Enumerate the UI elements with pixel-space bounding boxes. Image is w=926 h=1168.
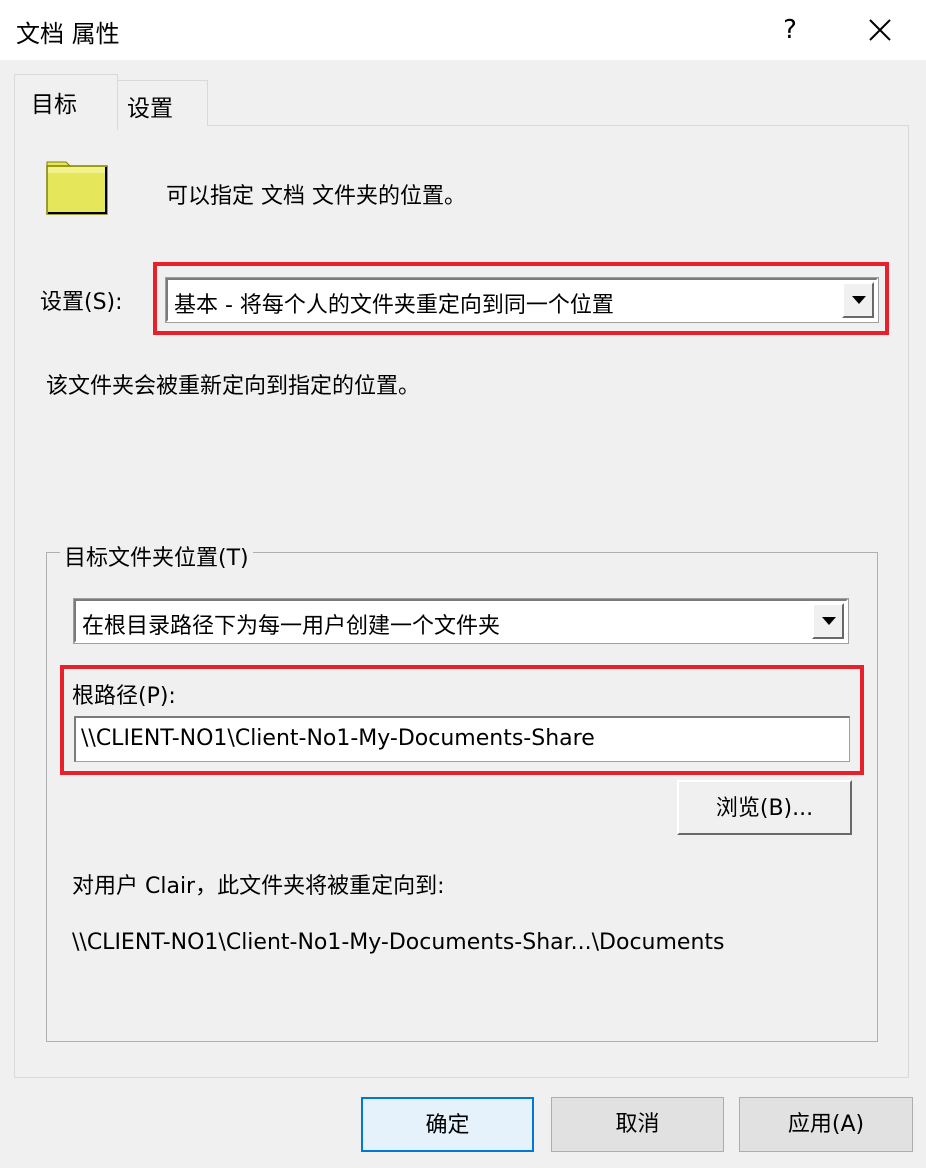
- ok-button[interactable]: 确定: [361, 1097, 534, 1152]
- location-dropdown-value: 在根目录路径下为每一用户创建一个文件夹: [82, 614, 501, 639]
- location-dropdown-arrow[interactable]: [812, 603, 844, 639]
- browse-button[interactable]: 浏览(B)...: [677, 780, 852, 835]
- chevron-down-icon: [822, 617, 836, 625]
- tab-target[interactable]: 目标: [14, 74, 118, 130]
- cancel-button[interactable]: 取消: [551, 1097, 724, 1152]
- redirect-label: 对用户 Clair，此文件夹将被重定向到:: [72, 874, 445, 899]
- target-location-group-title: 目标文件夹位置(T): [60, 540, 253, 572]
- tab-settings[interactable]: 设置: [117, 80, 208, 126]
- close-button[interactable]: [858, 8, 902, 52]
- apply-button[interactable]: 应用(A): [739, 1097, 913, 1152]
- help-button[interactable]: ?: [772, 8, 808, 52]
- window-title: 文档 属性: [16, 20, 120, 48]
- setting-label: 设置(S):: [40, 290, 123, 315]
- highlight-box-root-path: [60, 665, 864, 775]
- title-bar: 文档 属性 ?: [0, 0, 926, 60]
- close-icon: [869, 19, 891, 41]
- setting-info-text: 该文件夹会被重新定向到指定的位置。: [46, 374, 421, 399]
- folder-icon: [46, 161, 108, 215]
- tab-target-label: 目标: [31, 92, 77, 118]
- properties-dialog: 文档 属性 ? 设置 目标 可以指定 文档 文件夹的位置。 设置(S): 基本 …: [0, 0, 926, 1168]
- highlight-box-setting: [153, 262, 889, 335]
- redirect-path: \\CLIENT-NO1\Client-No1-My-Documents-Sha…: [72, 930, 725, 955]
- location-dropdown[interactable]: 在根目录路径下为每一用户创建一个文件夹: [73, 598, 849, 644]
- folder-description: 可以指定 文档 文件夹的位置。: [166, 184, 466, 209]
- tab-settings-label: 设置: [127, 96, 173, 122]
